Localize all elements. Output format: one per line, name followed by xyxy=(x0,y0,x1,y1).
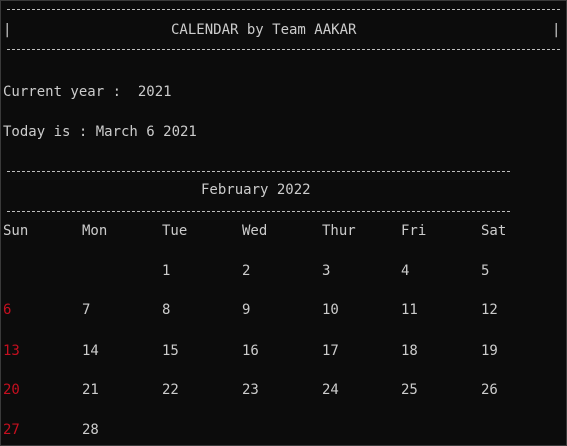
weekday-header-wed: Wed xyxy=(242,223,268,239)
day-cell-8: 8 xyxy=(162,302,171,318)
day-cell-14: 14 xyxy=(82,343,99,359)
weekday-header-sun: Sun xyxy=(3,223,29,239)
day-cell-7: 7 xyxy=(82,302,91,318)
day-cell-23: 23 xyxy=(242,382,259,398)
header-left-bar: | xyxy=(3,22,12,38)
day-cell-27: 27 xyxy=(3,422,20,438)
current-year-line: Current year : 2021 xyxy=(3,84,172,100)
day-cell-21: 21 xyxy=(82,382,99,398)
day-cell-3: 3 xyxy=(322,263,331,279)
day-cell-22: 22 xyxy=(162,382,179,398)
app-title: CALENDAR by Team AAKAR xyxy=(171,22,357,38)
month-top-rule xyxy=(7,171,510,172)
day-cell-4: 4 xyxy=(401,263,410,279)
header-right-bar: | xyxy=(552,22,561,38)
day-cell-11: 11 xyxy=(401,302,418,318)
day-cell-12: 12 xyxy=(481,302,498,318)
header-top-rule xyxy=(7,9,560,10)
day-cell-10: 10 xyxy=(322,302,339,318)
day-cell-19: 19 xyxy=(481,343,498,359)
weekday-header-tue: Tue xyxy=(162,223,188,239)
day-cell-20: 20 xyxy=(3,382,20,398)
weekday-header-thur: Thur xyxy=(322,223,356,239)
console-window: { "header": { "left_bar": "|", "title": … xyxy=(0,0,567,446)
day-cell-9: 9 xyxy=(242,302,251,318)
weekday-header-mon: Mon xyxy=(82,223,108,239)
weekday-header-sat: Sat xyxy=(481,223,507,239)
day-cell-28: 28 xyxy=(82,422,99,438)
day-cell-26: 26 xyxy=(481,382,498,398)
day-cell-1: 1 xyxy=(162,263,171,279)
day-cell-2: 2 xyxy=(242,263,251,279)
day-cell-5: 5 xyxy=(481,263,490,279)
month-title: February 2022 xyxy=(201,182,311,198)
day-cell-17: 17 xyxy=(322,343,339,359)
month-bottom-rule xyxy=(7,211,510,212)
day-cell-6: 6 xyxy=(3,302,12,318)
day-cell-24: 24 xyxy=(322,382,339,398)
weekday-header-fri: Fri xyxy=(401,223,427,239)
day-cell-15: 15 xyxy=(162,343,179,359)
today-line: Today is : March 6 2021 xyxy=(3,124,197,140)
day-cell-16: 16 xyxy=(242,343,259,359)
day-cell-13: 13 xyxy=(3,343,20,359)
day-cell-25: 25 xyxy=(401,382,418,398)
day-cell-18: 18 xyxy=(401,343,418,359)
header-bottom-rule xyxy=(7,49,560,50)
